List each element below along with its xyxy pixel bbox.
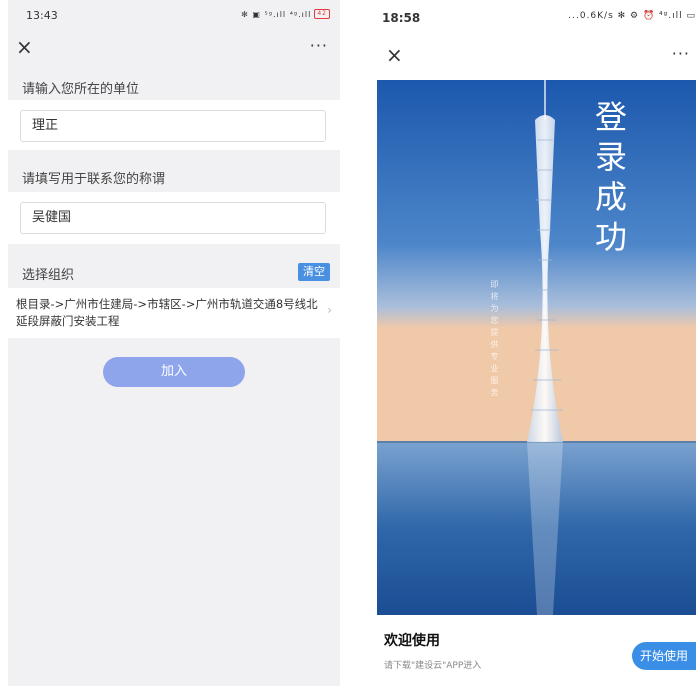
org-path[interactable]: 根目录->广州市住建局->市辖区->广州市轨道交通8号线北延段屏蔽门安装工程 bbox=[16, 296, 326, 330]
status-bar: 13:43 ✻ ▣ ⁵ᵍ.ıll ⁴ᵍ.ıll 42 bbox=[8, 0, 340, 30]
name-input[interactable]: 吴健国 bbox=[20, 202, 326, 234]
clear-button[interactable]: 清空 bbox=[298, 263, 330, 281]
signal-icons: ✻ ▣ ⁵ᵍ.ıll ⁴ᵍ.ıll bbox=[241, 9, 312, 19]
start-button[interactable]: 开始使用 bbox=[632, 642, 696, 670]
tower-illustration bbox=[377, 80, 696, 615]
more-icon[interactable]: ··· bbox=[310, 36, 328, 55]
unit-input[interactable]: 理正 bbox=[20, 110, 326, 142]
nav-bar: × ··· bbox=[8, 30, 340, 66]
status-time: 13:43 bbox=[26, 9, 58, 22]
status-time: 18:58 bbox=[382, 11, 421, 25]
hero-subtitle: 即将为您提供专业服务 bbox=[490, 280, 499, 400]
hero-title: 登录成功 bbox=[590, 100, 628, 260]
status-icons: ✻ ▣ ⁵ᵍ.ıll ⁴ᵍ.ıll 42 bbox=[241, 9, 330, 19]
name-label: 请填写用于联系您的称谓 bbox=[22, 172, 166, 187]
chevron-right-icon: › bbox=[327, 303, 332, 317]
left-phone-screen: 13:43 ✻ ▣ ⁵ᵍ.ıll ⁴ᵍ.ıll 42 × ··· 请输入您所在的… bbox=[8, 0, 340, 686]
close-icon[interactable]: × bbox=[16, 36, 33, 58]
status-bar: 18:58 ...0.6K/s ✻ ⚙ ⏰ ⁴ᵍ.ıll ▭ bbox=[370, 0, 696, 30]
status-icons: ...0.6K/s ✻ ⚙ ⏰ ⁴ᵍ.ıll ▭ bbox=[568, 11, 696, 21]
more-icon[interactable]: ··· bbox=[672, 44, 690, 63]
unit-label: 请输入您所在的单位 bbox=[22, 82, 140, 97]
join-button[interactable]: 加入 bbox=[103, 357, 245, 387]
welcome-subtitle: 请下载"建设云"APP进入 bbox=[384, 661, 482, 671]
org-label: 选择组织 bbox=[22, 268, 75, 283]
welcome-title: 欢迎使用 bbox=[384, 633, 440, 649]
hero-banner: 登录成功 即将为您提供专业服务 bbox=[377, 80, 696, 615]
battery-icon: 42 bbox=[314, 9, 330, 19]
nav-bar: × ··· bbox=[370, 38, 696, 74]
right-phone-screen: 18:58 ...0.6K/s ✻ ⚙ ⏰ ⁴ᵍ.ıll ▭ × ··· 登录成… bbox=[370, 0, 696, 686]
close-icon[interactable]: × bbox=[386, 44, 403, 66]
